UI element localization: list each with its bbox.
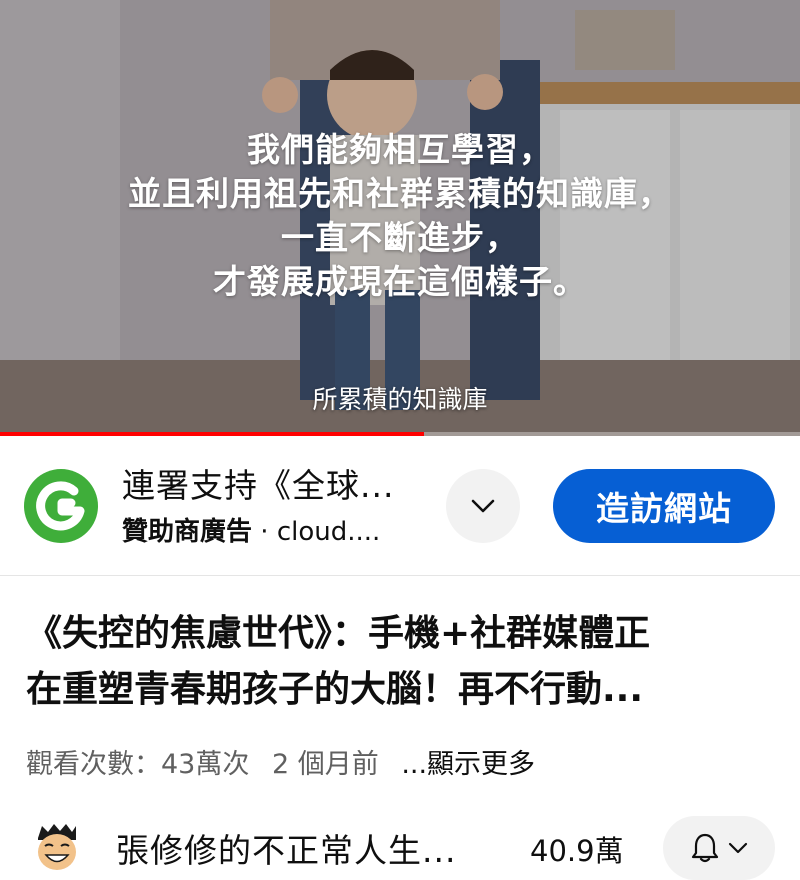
ad-title: 連署支持《全球... <box>122 466 395 505</box>
chevron-down-icon <box>471 499 495 513</box>
channel-name[interactable]: 張修修的不正常人生... <box>116 824 456 872</box>
cartoon-face-avatar-icon[interactable] <box>34 822 80 872</box>
ad-expand-button[interactable] <box>446 469 520 543</box>
sponsored-ad-card[interactable]: 連署支持《全球... 贊助商廣告 · cloud.... 造訪網站 <box>0 437 800 575</box>
video-title-line: 《失控的焦慮世代》：手機+社群媒體正 <box>26 613 651 654</box>
progress-bar[interactable] <box>0 432 800 436</box>
divider <box>0 575 800 576</box>
ad-domain: cloud.... <box>276 517 381 547</box>
sponsored-label: 贊助商廣告 <box>122 517 253 547</box>
meta-separator: · <box>252 517 277 547</box>
notification-subscription-button[interactable] <box>663 816 775 880</box>
subscriber-count: 40.9萬 <box>530 834 624 868</box>
video-caption: 我們能夠相互學習， 並且利用祖先和社群累積的知識庫， 一直不斷進步， 才發展成現… <box>0 128 800 304</box>
bell-icon <box>691 833 719 863</box>
video-metadata[interactable]: 觀看次數：43萬次 2 個月前 ...顯示更多 <box>26 742 535 781</box>
progress-bar-fill <box>0 432 424 436</box>
green-g-logo-icon <box>24 469 98 543</box>
caption-line: 才發展成現在這個樣子。 <box>213 262 587 301</box>
show-more-link[interactable]: ...顯示更多 <box>401 749 535 780</box>
chevron-down-icon <box>728 842 748 854</box>
channel-row[interactable]: 張修修的不正常人生... 40.9萬 <box>0 812 800 880</box>
visit-site-button[interactable]: 造訪網站 <box>553 469 775 543</box>
upload-age: 2 個月前 <box>271 749 379 780</box>
video-title-line: 在重塑青春期孩子的大腦！再不行動... <box>26 669 644 710</box>
closed-caption: 所累積的知識庫 <box>312 385 488 414</box>
video-title[interactable]: 《失控的焦慮世代》：手機+社群媒體正 在重塑青春期孩子的大腦！再不行動... <box>26 606 786 718</box>
caption-line: 一直不斷進步， <box>281 218 519 257</box>
video-player[interactable]: 我們能夠相互學習， 並且利用祖先和社群累積的知識庫， 一直不斷進步， 才發展成現… <box>0 0 800 436</box>
ad-meta: 贊助商廣告 · cloud.... <box>122 511 380 548</box>
caption-line: 我們能夠相互學習， <box>247 130 553 169</box>
view-count: 觀看次數：43萬次 <box>26 749 250 780</box>
caption-line: 並且利用祖先和社群累積的知識庫， <box>128 174 672 213</box>
